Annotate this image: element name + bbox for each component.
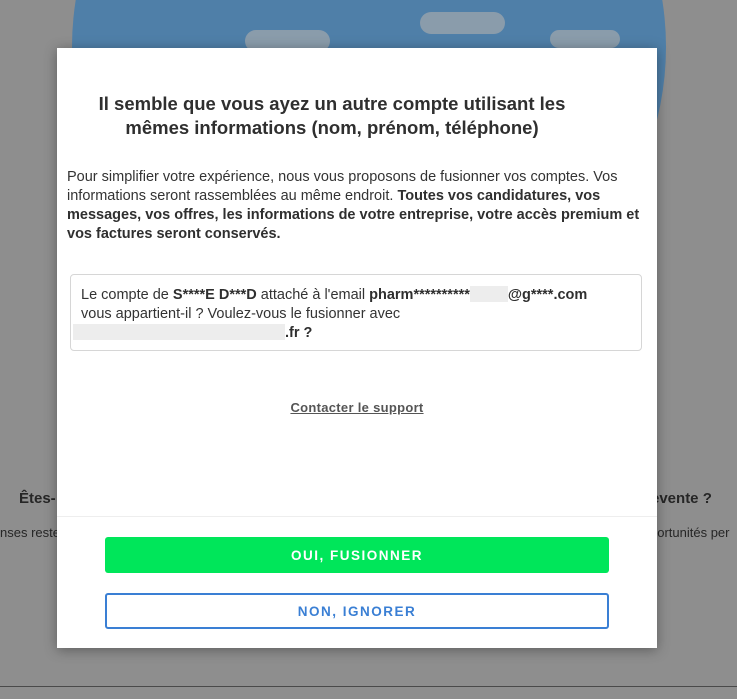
cloud-shape	[420, 12, 505, 34]
account-email-end: @g****.com	[507, 287, 588, 303]
cloud-shape	[550, 30, 620, 48]
contact-support-link[interactable]: Contacter le support	[57, 400, 657, 415]
modal-footer: OUI, FUSIONNER NON, IGNORER	[57, 516, 657, 648]
modal-intro: Pour simplifier votre expérience, nous v…	[67, 168, 642, 244]
ignore-button[interactable]: NON, IGNORER	[105, 593, 609, 629]
account-email-start: pharm**********	[369, 287, 470, 303]
background-heading-right: evente ?	[651, 490, 712, 507]
background-divider	[0, 686, 737, 687]
redacted-block	[73, 324, 285, 340]
background-heading-left: Êtes-	[19, 490, 56, 507]
background-text-right: portunités per	[650, 525, 730, 540]
account-info-box: Le compte de S****E D***D attaché à l'em…	[70, 274, 642, 351]
account-attached-text: attaché à l'email	[260, 287, 366, 303]
account-question: vous appartient-il ? Voulez-vous le fusi…	[81, 306, 401, 322]
redacted-block	[469, 286, 508, 302]
merge-accounts-modal: Il semble que vous ayez un autre compte …	[57, 48, 657, 648]
merge-target-end: .fr ?	[285, 325, 313, 341]
background-text-left: nses reste	[0, 525, 60, 540]
account-prefix: Le compte de	[81, 287, 169, 303]
modal-title: Il semble que vous ayez un autre compte …	[98, 93, 566, 138]
account-name: S****E D***D	[172, 287, 257, 303]
merge-button[interactable]: OUI, FUSIONNER	[105, 537, 609, 573]
